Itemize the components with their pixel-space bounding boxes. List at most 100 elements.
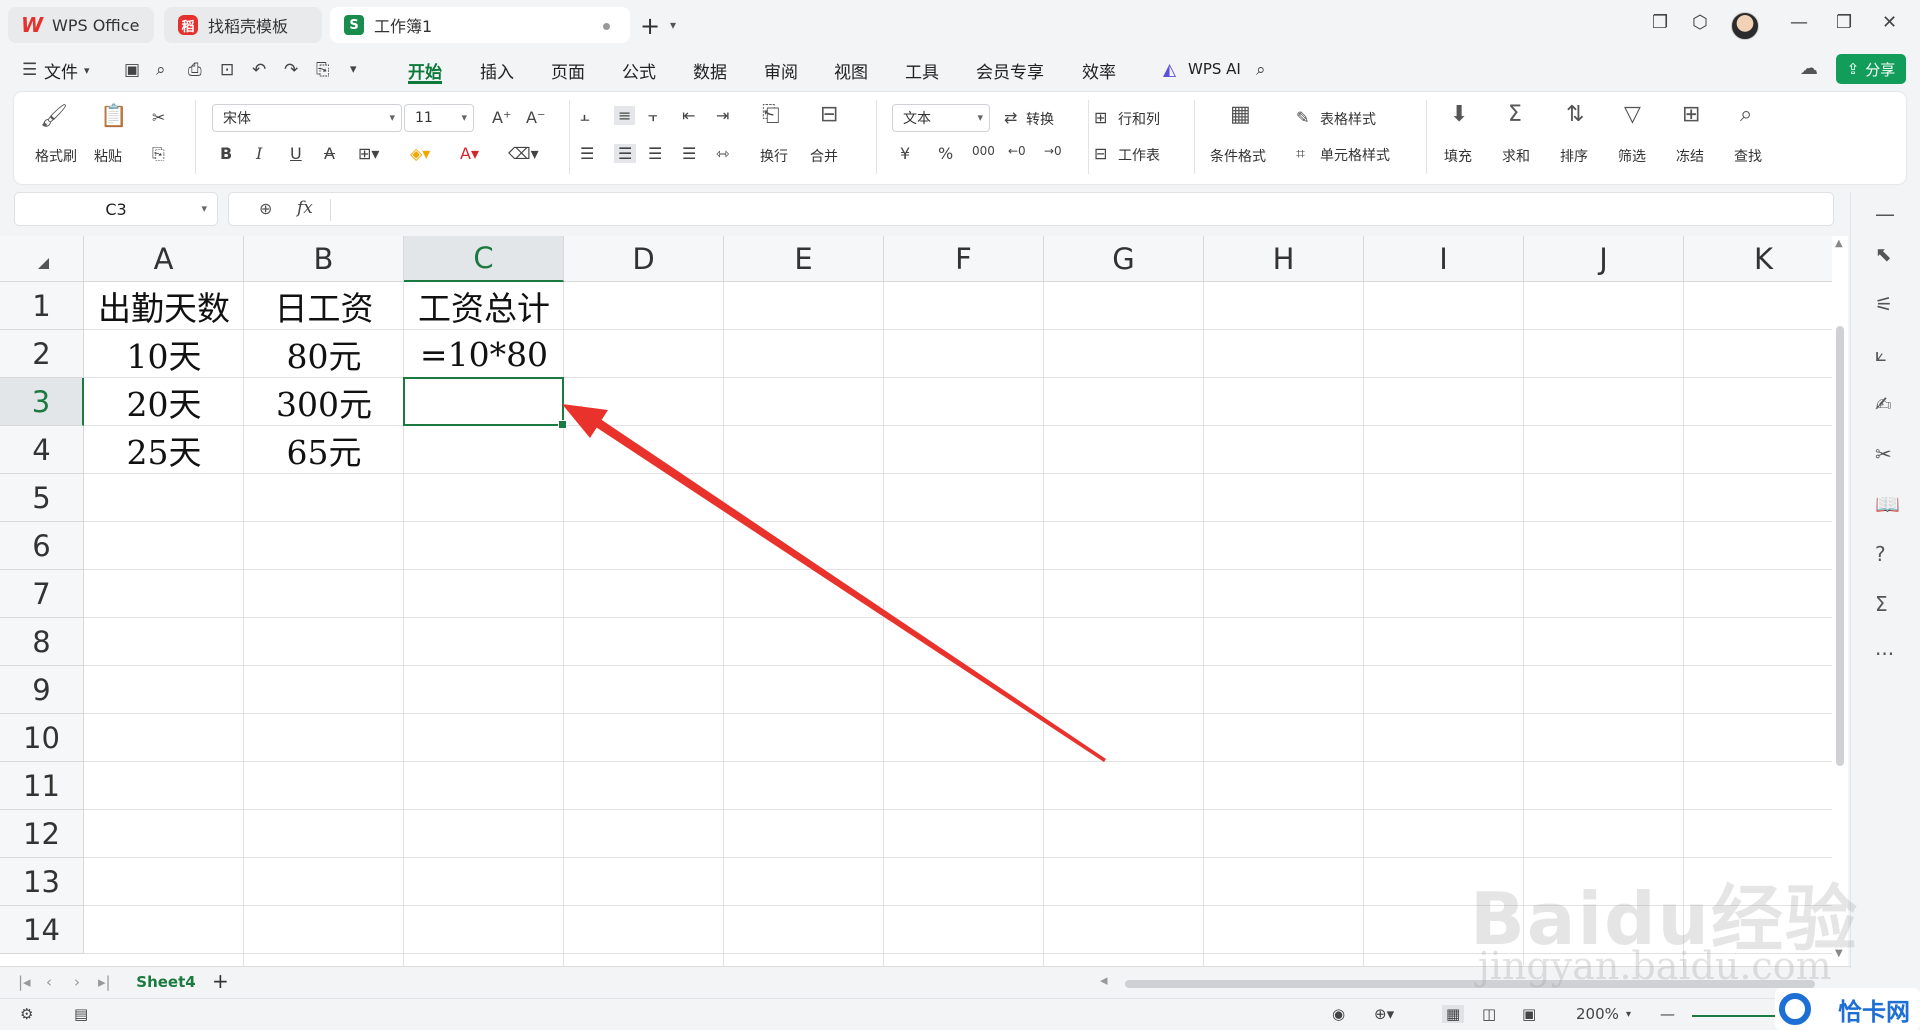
font-color-icon[interactable]: A▾ <box>460 144 479 163</box>
chevron-down-icon[interactable]: ▾ <box>84 64 90 77</box>
font-name-select[interactable]: 宋体 ▾ <box>212 104 402 132</box>
minimize-icon[interactable]: — <box>1790 12 1808 33</box>
tab-view[interactable]: 视图 <box>834 58 868 84</box>
row-header-10[interactable]: 10 <box>0 714 84 762</box>
paste-icon[interactable]: 📋 <box>100 104 127 129</box>
thousands-icon[interactable]: 000 <box>972 144 995 158</box>
row-col-label[interactable]: 行和列 <box>1118 109 1160 129</box>
tab-insert[interactable]: 插入 <box>480 58 514 84</box>
italic-button[interactable]: I <box>256 144 262 163</box>
tab-wps-office[interactable]: W WPS Office <box>8 7 154 43</box>
avatar[interactable] <box>1731 12 1759 40</box>
add-sheet-button[interactable]: + <box>212 969 229 993</box>
convert-label[interactable]: 转换 <box>1026 109 1054 129</box>
decrease-decimal-icon[interactable]: →0 <box>1044 144 1062 158</box>
menu-file[interactable]: 文件 <box>44 58 78 84</box>
cell-a3[interactable]: 20天 <box>84 378 244 426</box>
scrollbar-thumb[interactable] <box>1836 326 1844 766</box>
merge-cells-icon[interactable]: ⊟ <box>820 102 838 127</box>
zoom-level[interactable]: 200% <box>1576 1005 1619 1023</box>
hscroll-left-icon[interactable]: ◂ <box>1100 971 1108 989</box>
row-header-7[interactable]: 7 <box>0 570 84 618</box>
normal-view-icon[interactable]: ▦ <box>1442 1005 1465 1023</box>
increase-font-icon[interactable]: A⁺ <box>492 108 511 127</box>
cell-style-label[interactable]: 单元格样式 <box>1320 145 1390 165</box>
active-cell-selection[interactable] <box>403 377 567 429</box>
cell-style-icon[interactable]: ⌗ <box>1296 144 1305 164</box>
row-header-5[interactable]: 5 <box>0 474 84 522</box>
center-icon[interactable]: ⊕▾ <box>1374 1005 1394 1023</box>
book-icon[interactable]: 📖 <box>1875 492 1900 516</box>
row-header-1[interactable]: 1 <box>0 282 84 330</box>
worksheet-icon[interactable]: ⊟ <box>1094 144 1107 163</box>
convert-icon[interactable]: ⇄ <box>1004 108 1017 127</box>
distribute-icon[interactable]: ⇿ <box>716 144 729 163</box>
print-preview-icon[interactable]: ⊡ <box>220 60 234 80</box>
cell-c1[interactable]: 工资总计 <box>404 282 564 330</box>
table-style-icon[interactable]: ✎ <box>1296 108 1309 127</box>
paste-label[interactable]: 粘贴 <box>94 146 122 166</box>
name-box[interactable]: C3 ▾ <box>14 192 218 226</box>
fill-icon[interactable]: ⬇ <box>1450 102 1468 127</box>
window-layout-icon[interactable]: ❐ <box>1652 12 1668 33</box>
row-header-13[interactable]: 13 <box>0 858 84 906</box>
cell-b4[interactable]: 65元 <box>244 426 404 474</box>
column-header-b[interactable]: B <box>244 236 404 282</box>
new-tab-button[interactable]: + <box>640 12 660 40</box>
chevron-down-icon[interactable]: ▾ <box>201 202 207 215</box>
row-header-8[interactable]: 8 <box>0 618 84 666</box>
row-header-6[interactable]: 6 <box>0 522 84 570</box>
align-left-icon[interactable]: ☰ <box>580 144 594 163</box>
sum-label[interactable]: 求和 <box>1502 146 1530 166</box>
decrease-font-icon[interactable]: A⁻ <box>526 108 545 127</box>
format-painter-icon[interactable]: 🖌 <box>40 104 68 129</box>
select-all-corner[interactable] <box>0 236 84 282</box>
find-label[interactable]: 查找 <box>1734 146 1762 166</box>
cell-a1[interactable]: 出勤天数 <box>84 282 244 330</box>
chevron-down-icon[interactable]: ▾ <box>1626 1009 1631 1020</box>
hamburger-icon[interactable]: ☰ <box>22 60 37 80</box>
row-col-icon[interactable]: ⊞ <box>1094 108 1107 127</box>
print-icon[interactable]: ⎙ <box>188 60 202 80</box>
last-sheet-icon[interactable]: ▸| <box>98 973 111 991</box>
reading-view-icon[interactable]: ▣ <box>1522 1005 1536 1023</box>
align-bottom-icon[interactable]: ⫟ <box>648 106 658 126</box>
close-icon[interactable]: ✕ <box>1882 12 1897 33</box>
fill-label[interactable]: 填充 <box>1444 146 1472 166</box>
wrap-text-label[interactable]: 换行 <box>760 146 788 166</box>
tab-review[interactable]: 审阅 <box>764 58 798 84</box>
wrap-text-icon[interactable]: ⎗ <box>762 102 780 127</box>
row-header-9[interactable]: 9 <box>0 666 84 714</box>
row-header-14[interactable]: 14 <box>0 906 84 954</box>
conditional-format-icon[interactable]: ▦ <box>1230 102 1251 127</box>
indent-increase-icon[interactable]: ⇥ <box>716 106 729 125</box>
row-header-4[interactable]: 4 <box>0 426 84 474</box>
column-header-c[interactable]: C <box>404 236 564 282</box>
cell-b2[interactable]: 80元 <box>244 330 404 378</box>
filter-label[interactable]: 筛选 <box>1618 146 1646 166</box>
zoom-out-icon[interactable]: — <box>1660 1005 1675 1023</box>
border-icon[interactable]: ⊞▾ <box>358 144 379 163</box>
sort-label[interactable]: 排序 <box>1560 146 1588 166</box>
cloud-sync-icon[interactable]: ☁ <box>1800 58 1818 79</box>
eye-protection-icon[interactable]: ◉ <box>1332 1005 1345 1023</box>
bold-button[interactable]: B <box>220 144 232 163</box>
chevron-down-icon[interactable]: ▾ <box>350 62 357 77</box>
worksheet-label[interactable]: 工作表 <box>1118 145 1160 165</box>
tab-workbook[interactable]: S 工作簿1 <box>330 7 630 43</box>
align-right-icon[interactable]: ☰ <box>648 144 662 163</box>
conditional-format-label[interactable]: 条件格式 <box>1210 146 1266 166</box>
transform-icon[interactable]: ⟀ <box>1875 342 1887 366</box>
column-header-e[interactable]: E <box>724 236 884 282</box>
table-style-label[interactable]: 表格样式 <box>1320 109 1376 129</box>
save-icon[interactable]: ▣ <box>124 60 140 80</box>
font-size-select[interactable]: 11 ▾ <box>404 104 474 132</box>
export-icon[interactable]: ⎘ <box>316 60 330 80</box>
chevron-down-icon[interactable]: ▾ <box>670 18 676 32</box>
underline-button[interactable]: U <box>290 144 302 163</box>
column-header-j[interactable]: J <box>1524 236 1684 282</box>
share-button[interactable]: ⇪ 分享 <box>1836 54 1906 84</box>
tab-member[interactable]: 会员专享 <box>976 58 1044 84</box>
sum-icon[interactable]: Σ <box>1508 102 1522 127</box>
first-sheet-icon[interactable]: |◂ <box>18 973 31 991</box>
